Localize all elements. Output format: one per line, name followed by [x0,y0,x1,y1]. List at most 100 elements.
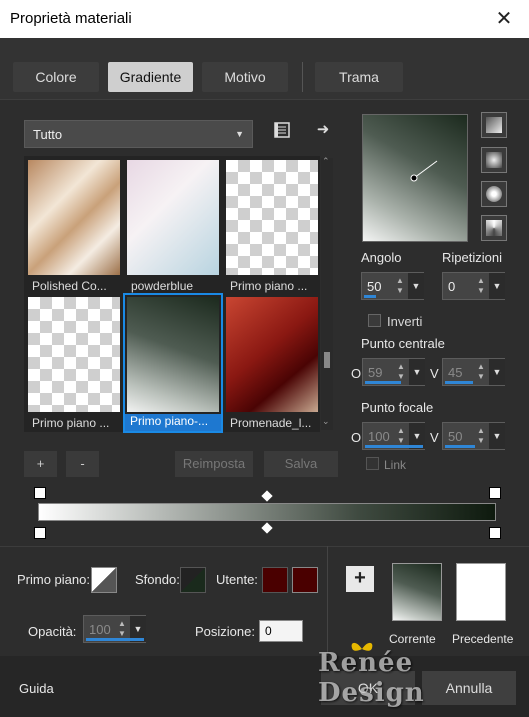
position-input[interactable]: 0 [259,620,303,642]
sunburst-style-button[interactable] [481,181,507,207]
help-link[interactable]: Guida [19,681,54,696]
spin-arrows-icon[interactable]: ▲ ▼ [394,276,406,296]
tab-motivo[interactable]: Motivo [202,62,288,92]
chevron-down-icon[interactable]: ▼ [408,273,424,299]
center-v-spinner[interactable]: 45 ▲ ▼ ▼ [442,358,505,386]
top-left-stop-handle[interactable] [34,487,46,499]
center-h-prefix: O [351,366,362,381]
spin-arrows-icon[interactable]: ▲ ▼ [475,426,487,446]
add-to-swatches-button[interactable]: + [346,566,374,592]
center-point-label: Punto centrale [361,336,445,351]
tab-separator [302,62,303,92]
chevron-down-icon[interactable]: ▼ [409,359,425,385]
gradient-swatch [28,160,120,275]
focal-h-value: 100 [368,429,390,444]
window-title: Proprietà materiali [10,10,132,27]
scrollbar-thumb[interactable] [324,352,330,368]
angle-spinner[interactable]: 50 ▲ ▼ ▼ [361,272,424,300]
gradient-editor-strip[interactable] [38,503,496,521]
linear-style-button[interactable] [481,112,507,138]
gradient-item-primo-piano-selected[interactable]: Primo piano-... [123,293,223,433]
arrow-right-icon[interactable]: ➜ [312,120,334,142]
position-label: Posizione: [195,624,255,639]
foreground-swatch[interactable] [91,567,117,593]
opacity-midpoint-handle[interactable] [261,490,273,502]
rectangular-style-button[interactable] [481,147,507,173]
gradient-preview[interactable] [362,114,468,242]
gradient-item-powderblue[interactable]: powderblue [125,158,221,294]
opacity-value: 100 [89,622,111,637]
repeats-label: Ripetizioni [442,250,502,265]
spin-arrows-icon[interactable]: ▲ ▼ [475,362,487,382]
focal-v-spinner[interactable]: 50 ▲ ▼ ▼ [442,422,505,450]
linear-gradient-icon [486,117,502,133]
user-color-swatch-2[interactable] [292,567,318,593]
rectangular-gradient-icon [486,152,502,168]
focal-h-spinner[interactable]: 100 ▲ ▼ ▼ [362,422,425,450]
link-label: Link [384,458,407,472]
gradient-swatch [127,160,219,275]
tab-trama[interactable]: Trama [315,62,403,92]
bottom-right-stop-handle[interactable] [489,527,501,539]
link-checkbox[interactable] [366,457,379,470]
title-bar: Proprietà materiali ✕ [0,0,529,38]
angle-value: 50 [367,279,382,294]
background-swatch[interactable] [180,567,206,593]
chevron-down-icon[interactable]: ▼ [489,359,505,385]
repeats-spinner[interactable]: 0 ▲ ▼ ▼ [442,272,505,300]
tab-colore[interactable]: Colore [13,62,99,92]
gradient-item-primo-piano-2[interactable]: Primo piano ... [26,295,122,431]
opacity-spinner[interactable]: 100 ▲ ▼ ▼ [83,615,146,643]
close-icon[interactable]: ✕ [493,6,515,30]
focal-v-value: 50 [448,429,463,444]
user-color-swatch-1[interactable] [262,567,288,593]
repeats-value: 0 [448,279,456,294]
current-material-swatch[interactable] [392,563,442,621]
user-label: Utente: [216,572,258,587]
reset-button[interactable]: Reimposta [175,451,253,477]
focal-h-bar [365,445,423,448]
spin-arrows-icon[interactable]: ▲ ▼ [475,276,487,296]
library-menu-icon[interactable] [271,122,293,144]
add-gradient-button[interactable]: + [24,451,57,477]
angle-bar [364,295,376,298]
gradient-label: Primo piano ... [32,416,110,430]
color-midpoint-handle[interactable] [261,522,273,534]
gradient-swatch [226,297,318,412]
radial-gradient-icon [486,220,502,236]
save-button[interactable]: Salva [264,451,338,477]
remove-gradient-button[interactable]: - [66,451,99,477]
gradient-item-primo-piano-1[interactable]: Primo piano ... [224,158,320,294]
previous-material-swatch[interactable] [456,563,506,621]
chevron-down-icon[interactable]: ▼ [489,273,505,299]
gradient-item-promenade[interactable]: Promenade_l... [224,295,320,431]
previous-label: Precedente [452,632,514,646]
library-scrollbar[interactable]: ⌃ ⌄ [321,156,333,430]
focal-v-bar [445,445,475,448]
top-right-stop-handle[interactable] [489,487,501,499]
filter-dropdown[interactable]: Tutto ▼ [24,120,253,148]
center-h-bar [365,381,401,384]
radial-style-button[interactable] [481,215,507,241]
sunburst-gradient-icon [486,186,502,202]
current-label: Corrente [389,632,436,646]
spin-arrows-icon[interactable]: ▲ ▼ [116,619,128,639]
angle-label: Angolo [361,250,402,265]
center-h-spinner[interactable]: 59 ▲ ▼ ▼ [362,358,425,386]
center-v-bar [445,381,473,384]
chevron-down-icon[interactable]: ▼ [489,423,505,449]
tab-gradiente[interactable]: Gradiente [108,62,193,92]
gradient-library: Polished Co... powderblue Primo piano ..… [24,156,320,433]
gradient-item-polished-copper[interactable]: Polished Co... [26,158,122,294]
scroll-up-icon[interactable]: ⌃ [322,156,330,167]
bottom-left-stop-handle[interactable] [34,527,46,539]
gradient-label: Primo piano ... [230,279,308,293]
spin-arrows-icon[interactable]: ▲ ▼ [395,362,407,382]
scroll-down-icon[interactable]: ⌄ [322,416,330,427]
invert-checkbox[interactable] [368,314,381,327]
focal-point-label: Punto focale [361,400,434,415]
opacity-label: Opacità: [28,624,77,639]
bottom-divider [327,546,328,656]
spin-arrows-icon[interactable]: ▲ ▼ [395,426,407,446]
center-v-value: 45 [448,365,463,380]
